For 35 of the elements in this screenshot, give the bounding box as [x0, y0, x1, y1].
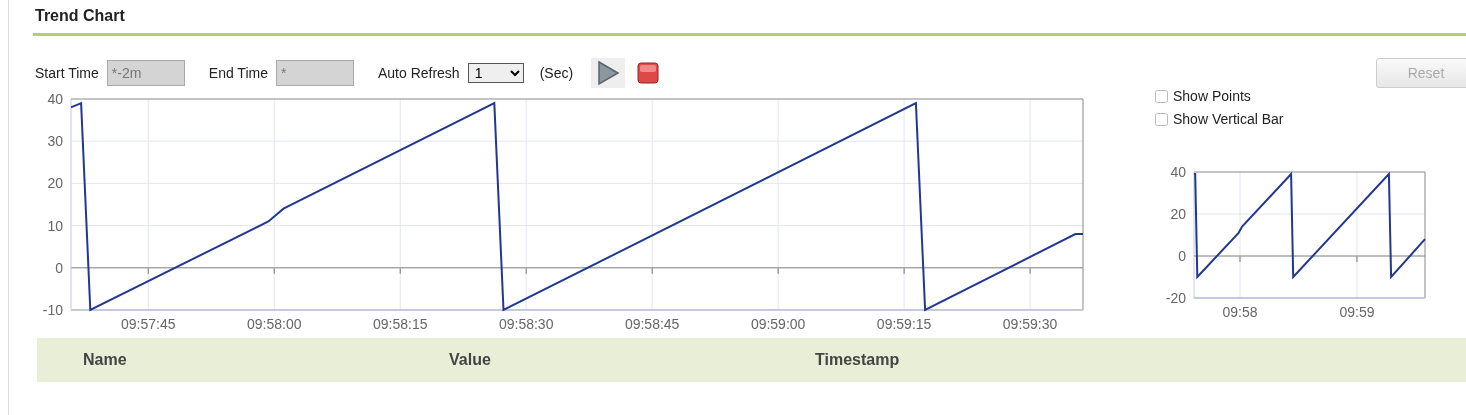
column-header: Value	[449, 350, 492, 370]
axis-label: -10	[42, 302, 63, 318]
axis-label: 30	[47, 133, 63, 150]
option-checkbox[interactable]	[1155, 90, 1168, 103]
axis-label: 40	[1170, 164, 1186, 180]
unit-label: (Sec)	[539, 63, 574, 83]
option-label: Show Points	[1173, 87, 1251, 106]
stop-button[interactable]	[637, 62, 660, 84]
option-checkbox[interactable]	[1155, 113, 1168, 126]
axis-label: 20	[47, 175, 63, 192]
axis-label: 09:59:15	[876, 316, 932, 332]
axis-label: 09:59	[1339, 304, 1375, 320]
axis-label: 09:58:45	[624, 316, 680, 332]
field-label: End Time	[208, 63, 268, 83]
axis-label: 09:58	[1222, 304, 1258, 320]
axis-label: -20	[1165, 290, 1186, 306]
axis-label: 09:59:30	[1002, 316, 1058, 332]
axis-label: 09:58:30	[498, 316, 554, 332]
panel-title: Trend Chart	[33, 0, 1466, 36]
axis-label: 0	[1178, 248, 1186, 264]
axis-label: 09:58:00	[247, 316, 302, 332]
option-label: Show Vertical Bar	[1173, 110, 1284, 129]
column-header: Name	[83, 350, 128, 370]
axis-label: 09:58:15	[372, 316, 428, 332]
column-header: Timestamp	[815, 350, 901, 370]
axis-label: 09:57:45	[121, 316, 176, 332]
axis-label: 20	[1170, 206, 1186, 222]
axis-label: 0	[55, 259, 63, 276]
field-label: Auto Refresh	[377, 63, 460, 83]
play-button[interactable]	[591, 58, 626, 88]
axis-label: 40	[47, 91, 63, 107]
field-label: Start Time	[35, 63, 99, 83]
refresh-select[interactable]: 1	[467, 63, 524, 83]
axis-label: 09:59:00	[750, 316, 806, 332]
axis-label: 10	[47, 217, 63, 234]
